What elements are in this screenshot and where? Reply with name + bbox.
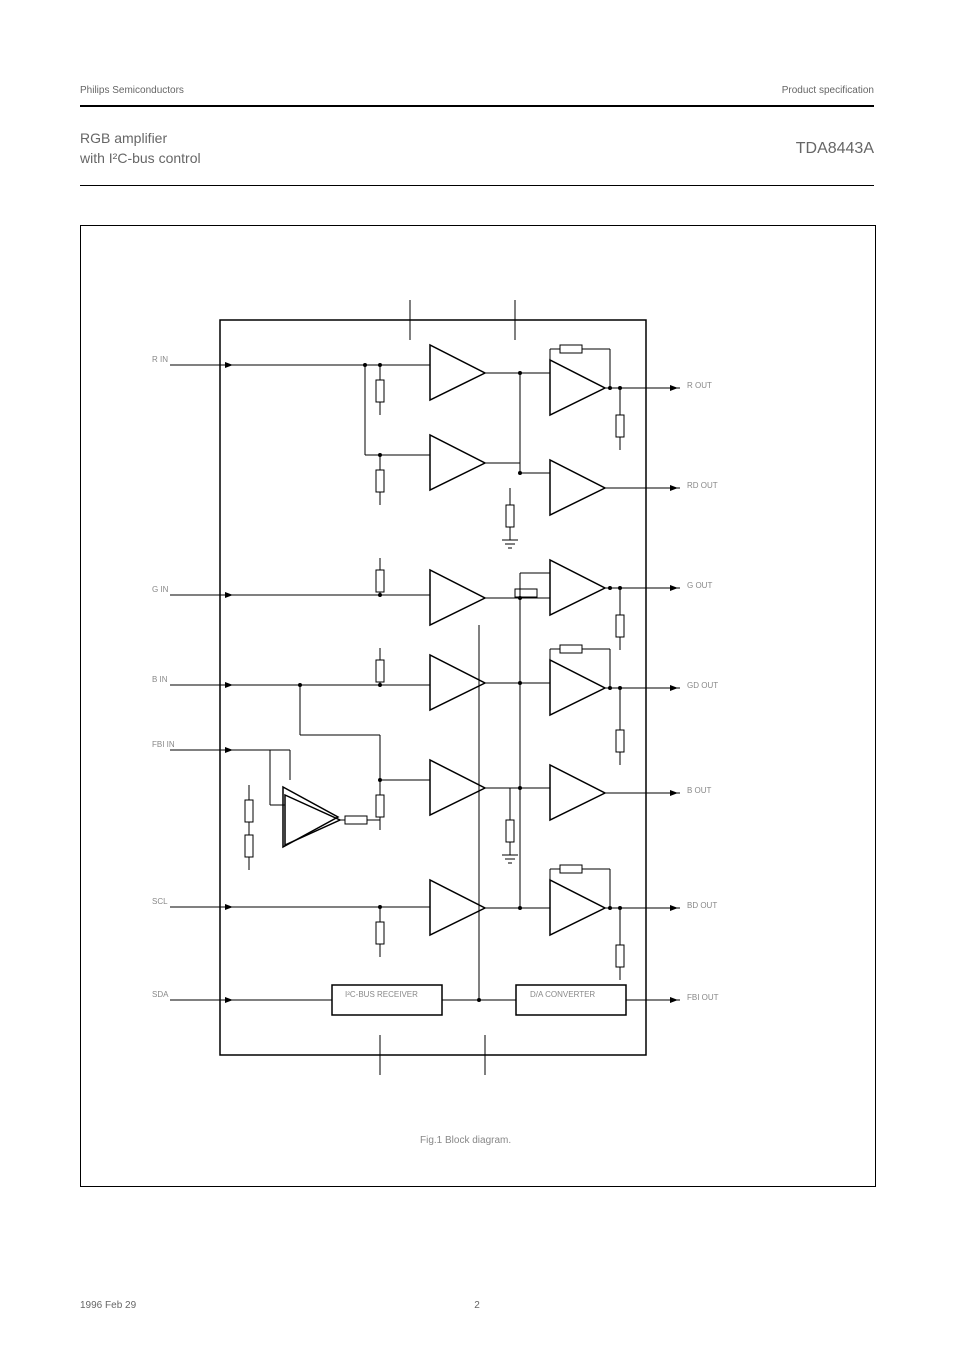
block-label-dac: D/A CONVERTER xyxy=(530,990,595,999)
footer-date: 1996 Feb 29 xyxy=(80,1300,136,1311)
pin-label-rd-out: RD OUT xyxy=(687,481,718,490)
pin-label-r-out: R OUT xyxy=(687,381,712,390)
pin-label-gd-out: GD OUT xyxy=(687,681,718,690)
pin-label-r-in: R IN xyxy=(152,355,168,364)
figure-caption: Fig.1 Block diagram. xyxy=(420,1135,511,1146)
title-sub: with I²C-bus control xyxy=(80,150,201,166)
header-doctype: Product specification xyxy=(782,85,874,96)
pin-label-scl: SCL xyxy=(152,897,168,906)
header-company: Philips Semiconductors xyxy=(80,85,184,96)
pin-label-fbi-out: FBI OUT xyxy=(687,993,719,1002)
header-rule-top xyxy=(80,105,874,107)
pin-label-sda: SDA xyxy=(152,990,168,999)
title-main: RGB amplifier xyxy=(80,130,167,146)
header-rule-bottom xyxy=(80,185,874,186)
pin-label-b-out: B OUT xyxy=(687,786,711,795)
part-number: TDA8443A xyxy=(796,140,874,158)
pin-label-b-in: B IN xyxy=(152,675,168,684)
pin-label-fbi-in: FBI IN xyxy=(152,740,175,749)
block-diagram-svg xyxy=(80,225,874,1185)
pin-label-g-in: G IN xyxy=(152,585,168,594)
pin-label-bd-out: BD OUT xyxy=(687,901,717,910)
block-label-i2c: I²C-BUS RECEIVER xyxy=(345,990,418,999)
footer-page: 2 xyxy=(474,1300,480,1311)
pin-label-g-out: G OUT xyxy=(687,581,712,590)
